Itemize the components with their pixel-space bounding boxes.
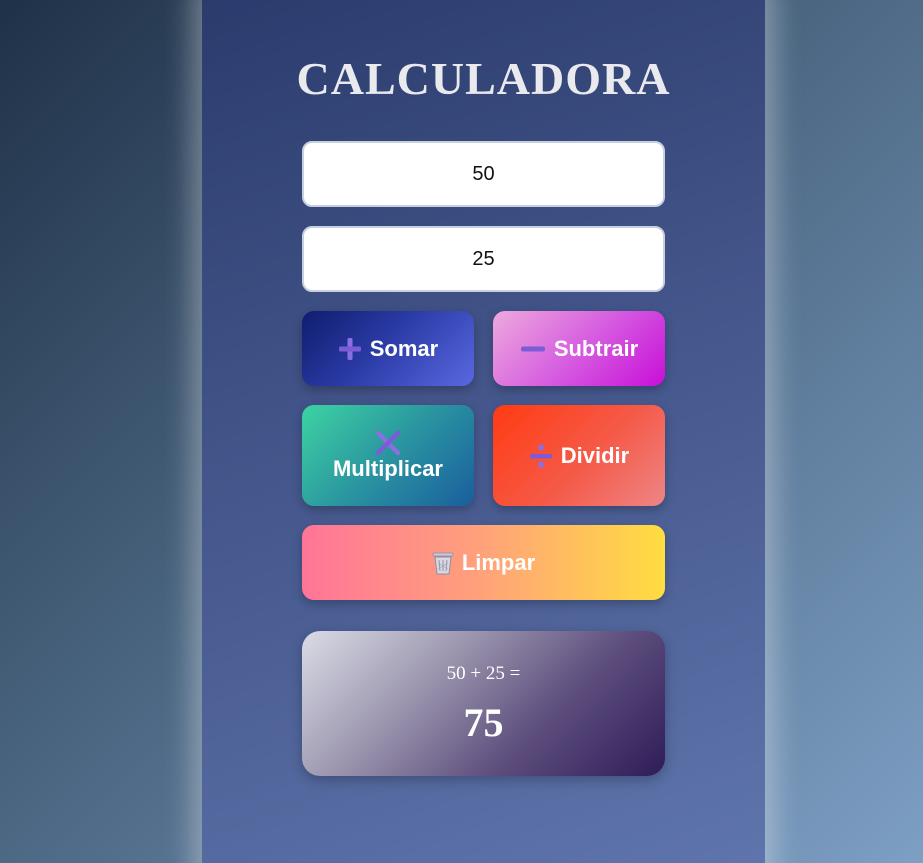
result-expression: 50 + 25 = — [446, 663, 521, 684]
result-value: 75 — [463, 700, 504, 745]
divide-button-label: Dividir — [560, 442, 630, 468]
clear-button[interactable]: Limpar — [302, 525, 665, 600]
first-number-input[interactable] — [302, 141, 665, 207]
multiply-button[interactable]: Multiplicar — [302, 405, 474, 506]
divide-button[interactable]: Dividir — [493, 405, 665, 506]
page-title: CALCULADORA — [296, 53, 671, 104]
plus-icon — [338, 337, 362, 361]
trash-icon — [432, 551, 454, 575]
subtract-button-label: Subtrair — [553, 335, 639, 361]
second-number-input[interactable] — [302, 226, 665, 292]
multiply-icon — [375, 430, 401, 456]
clear-button-label: Limpar — [461, 549, 536, 575]
minus-icon — [520, 337, 546, 361]
multiply-button-label: Multiplicar — [332, 455, 443, 481]
subtract-button[interactable]: Subtrair — [493, 311, 665, 386]
add-button-label: Somar — [369, 335, 439, 361]
add-button[interactable]: Somar — [302, 311, 474, 386]
result-panel: 50 + 25 = 75 — [302, 631, 665, 776]
divide-icon — [529, 443, 553, 469]
